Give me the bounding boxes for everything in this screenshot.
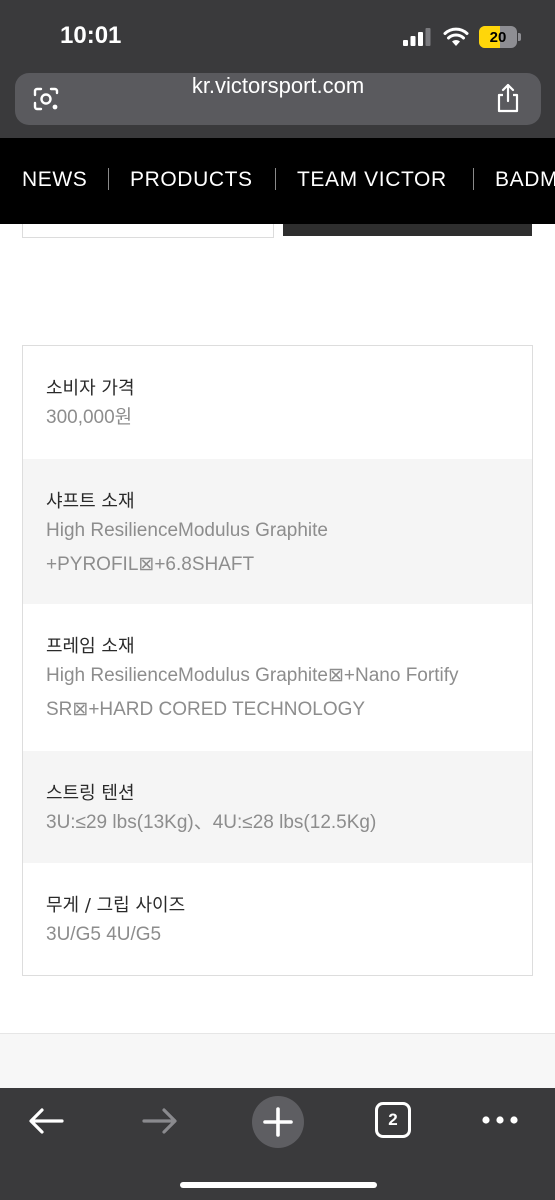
new-tab-button[interactable] xyxy=(252,1096,304,1148)
spec-label: 프레임 소재 xyxy=(46,636,135,657)
battery-level: 20 xyxy=(489,28,507,46)
battery-cap xyxy=(518,33,521,41)
url-text[interactable]: kr.victorsport.com xyxy=(75,73,481,125)
spec-value: 3U/G5 4U/G5 xyxy=(46,924,162,945)
nav-item-products[interactable]: PRODUCTS xyxy=(130,168,253,192)
spec-table: 소비자 가격 300,000원 샤프트 소재 High ResilienceMo… xyxy=(22,345,533,976)
footer-area xyxy=(0,1034,555,1088)
spec-label: 스트링 텐션 xyxy=(46,783,135,804)
partial-select-field[interactable] xyxy=(22,224,274,238)
spec-row-price: 소비자 가격 300,000원 xyxy=(23,346,532,459)
home-indicator xyxy=(180,1182,377,1188)
site-navigation: NEWS PRODUCTS TEAM VICTOR BADMINTON xyxy=(0,138,555,224)
tabs-button[interactable]: 2 xyxy=(375,1102,411,1138)
spec-label: 샤프트 소재 xyxy=(46,491,135,512)
spec-row-shaft: 샤프트 소재 High ResilienceModulus Graphite +… xyxy=(23,459,532,604)
spec-label: 무게 / 그립 사이즈 xyxy=(46,895,186,916)
spec-row-frame: 프레임 소재 High ResilienceModulus Graphite⊠+… xyxy=(23,604,532,751)
share-icon[interactable] xyxy=(495,83,521,113)
nav-item-team-victor[interactable]: TEAM VICTOR xyxy=(297,168,447,192)
nav-separator xyxy=(108,168,109,190)
back-arrow-icon[interactable] xyxy=(26,1104,66,1138)
address-bar[interactable]: kr.victorsport.com xyxy=(15,73,541,125)
spec-row-weight-grip: 무게 / 그립 사이즈 3U/G5 4U/G5 xyxy=(23,863,532,975)
status-icons: 20 xyxy=(403,26,521,48)
status-time: 10:01 xyxy=(60,22,122,49)
tab-count: 2 xyxy=(388,1110,398,1129)
nav-separator xyxy=(275,168,276,190)
wifi-icon xyxy=(443,27,469,46)
browser-top-bar: 10:01 20 kr.victorsport.com xyxy=(0,0,555,138)
nav-item-badminton[interactable]: BADMINTON xyxy=(495,168,555,192)
partial-action-button[interactable] xyxy=(283,224,532,236)
spec-value: High ResilienceModulus Graphite +PYROFIL… xyxy=(46,520,328,575)
spec-value: High ResilienceModulus Graphite⊠+Nano Fo… xyxy=(46,665,459,720)
nav-separator xyxy=(473,168,474,190)
browser-toolbar: 2 xyxy=(0,1088,555,1200)
spec-label: 소비자 가격 xyxy=(46,378,135,399)
more-icon[interactable] xyxy=(480,1114,520,1126)
plus-icon xyxy=(263,1107,293,1137)
forward-arrow-icon[interactable] xyxy=(140,1104,180,1138)
cellular-signal-icon xyxy=(403,28,431,46)
google-lens-icon[interactable] xyxy=(33,87,59,111)
nav-item-news[interactable]: NEWS xyxy=(22,168,87,192)
spec-value: 300,000원 xyxy=(46,407,133,428)
battery-icon: 20 xyxy=(479,26,517,48)
spec-value: 3U:≤29 lbs(13Kg)、4U:≤28 lbs(12.5Kg) xyxy=(46,812,377,833)
spec-row-string-tension: 스트링 텐션 3U:≤29 lbs(13Kg)、4U:≤28 lbs(12.5K… xyxy=(23,751,532,863)
